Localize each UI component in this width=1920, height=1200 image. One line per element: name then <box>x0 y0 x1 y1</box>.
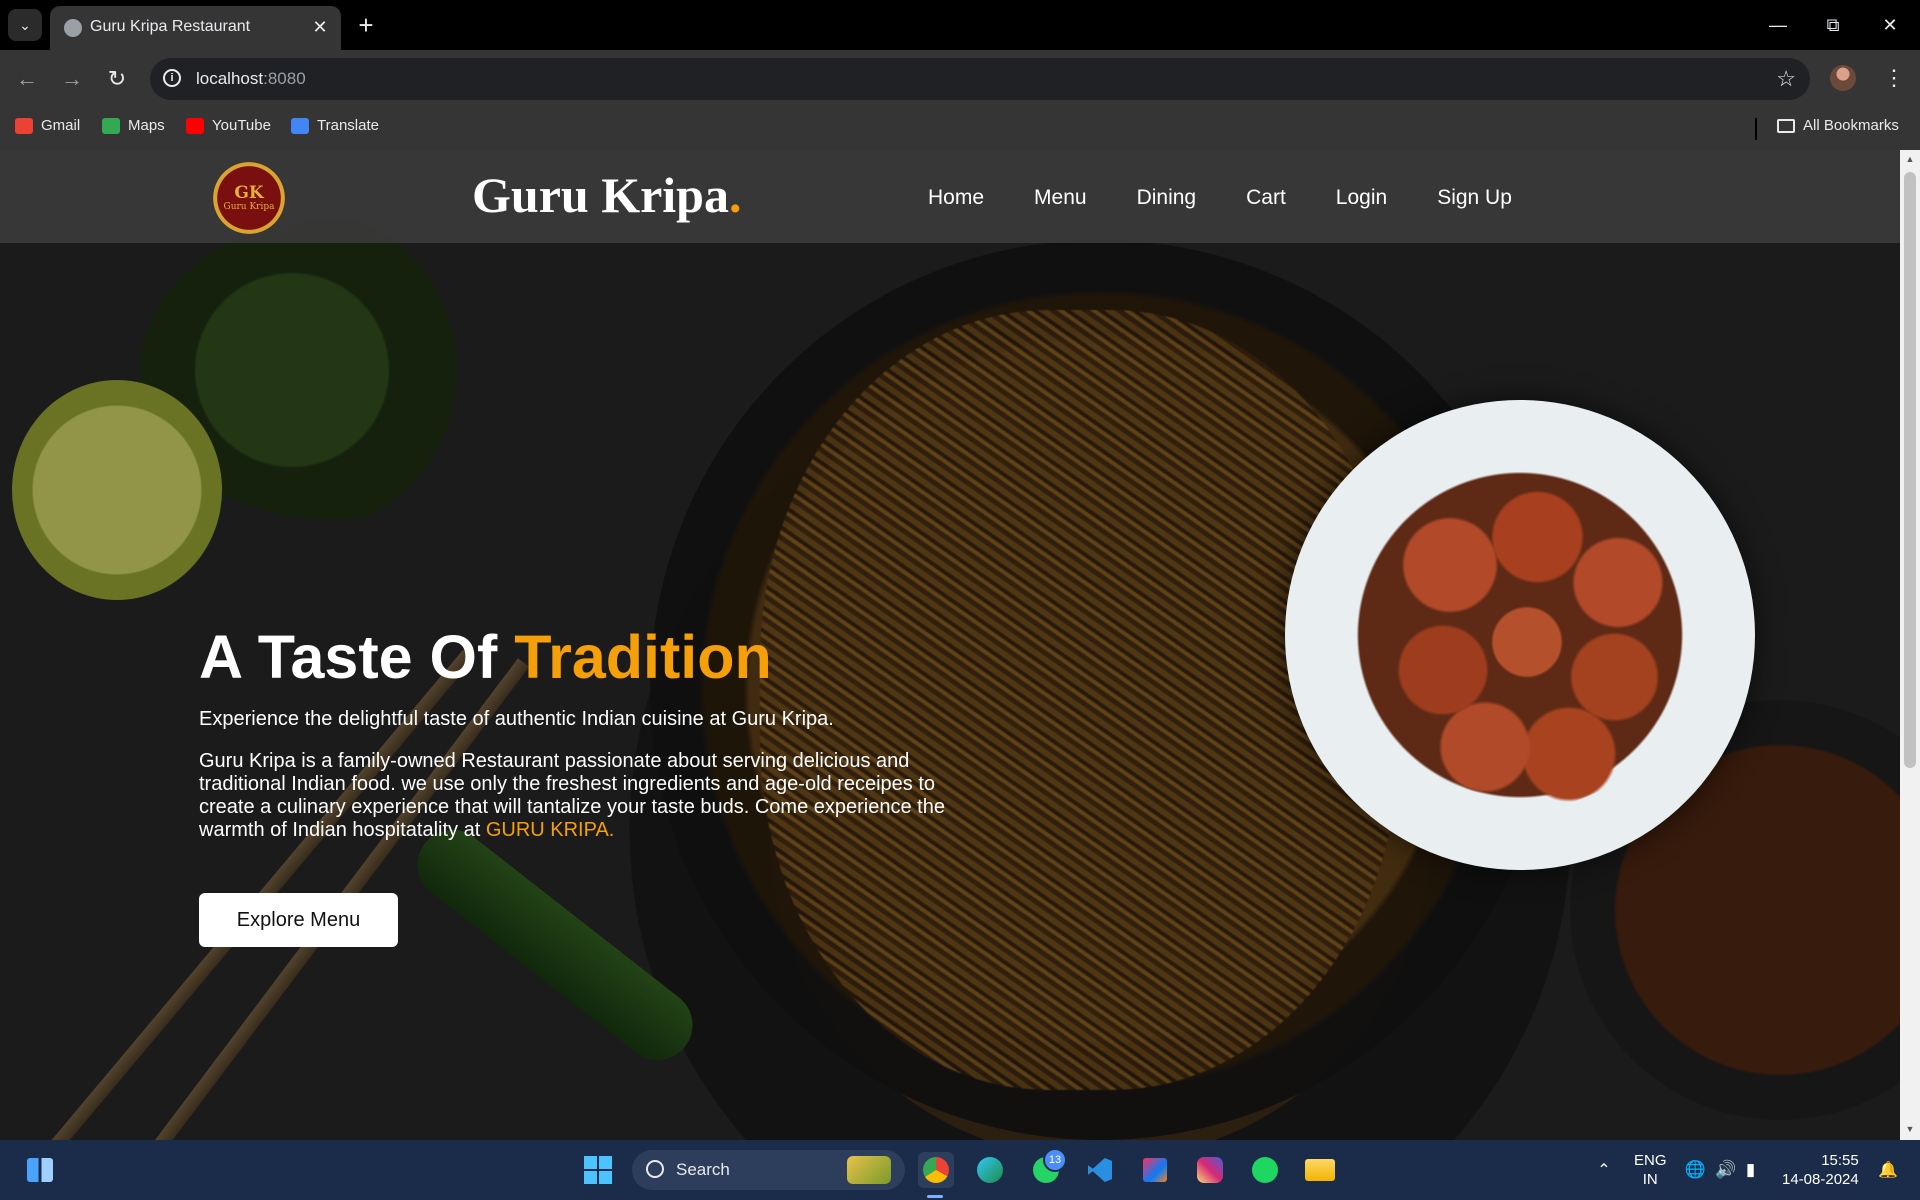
tab-search-button[interactable]: ⌄ <box>8 9 42 41</box>
file-explorer-icon[interactable] <box>1302 1152 1338 1188</box>
logo-text: Guru Kripa <box>223 202 275 212</box>
tab-title: Guru Kripa Restaurant <box>90 18 251 35</box>
hero-description: Guru Kripa is a family-owned Restaurant … <box>199 750 959 842</box>
browser-tab[interactable]: Guru Kripa Restaurant ✕ <box>50 6 341 50</box>
volume-icon: 🔊 <box>1715 1160 1737 1179</box>
logo-monogram: GK <box>234 183 264 203</box>
reload-icon[interactable]: ↻ <box>100 62 134 96</box>
bookmark-gmail[interactable]: Gmail <box>15 117 80 134</box>
network-icon: 🌐 <box>1684 1160 1706 1179</box>
all-bookmarks-button[interactable]: All Bookmarks <box>1777 117 1899 134</box>
browser-toolbar: ← → ↻ i localhost:8080 ☆ ⋮ <box>0 50 1920 108</box>
scroll-down-icon[interactable]: ▼ <box>1904 1124 1916 1136</box>
hero-description-accent: GURU KRIPA. <box>485 819 615 841</box>
site-info-icon[interactable]: i <box>163 69 181 87</box>
youtube-icon <box>186 117 204 134</box>
taskbar-search[interactable]: Search <box>632 1150 905 1190</box>
nav-dining[interactable]: Dining <box>1137 186 1197 210</box>
battery-icon: ▮ <box>1745 1160 1756 1179</box>
clock-time: 15:55 <box>1821 1152 1859 1169</box>
brand-dot: . <box>728 167 742 223</box>
more-menu-icon[interactable]: ⋮ <box>1880 64 1908 92</box>
language-indicator[interactable]: ENG IN <box>1634 1151 1667 1189</box>
start-icon[interactable] <box>580 1152 616 1188</box>
all-bookmarks-label: All Bookmarks <box>1803 117 1899 134</box>
browser-title-bar: ⌄ Guru Kripa Restaurant ✕ + — ⧉ ✕ <box>0 0 1920 50</box>
windows-taskbar: Search 13 ⌃ ENG IN 🌐 🔊 ▮ 15:55 14-08-202… <box>0 1140 1920 1200</box>
url-host: localhost <box>196 69 264 88</box>
restore-icon[interactable]: ⧉ <box>1813 10 1853 40</box>
hero-title: A Taste Of Tradition <box>199 622 772 692</box>
explore-menu-button[interactable]: Explore Menu <box>199 893 398 947</box>
new-tab-button[interactable]: + <box>352 10 380 40</box>
maps-icon <box>102 117 120 134</box>
bookmarks-divider <box>1755 118 1757 140</box>
forward-icon[interactable]: → <box>55 62 89 96</box>
clock[interactable]: 15:55 14-08-2024 <box>1782 1151 1859 1189</box>
search-icon <box>646 1160 664 1178</box>
site-header: GK Guru Kripa Guru Kripa. Home Menu Dini… <box>0 150 1900 243</box>
brand-name: Guru Kripa. <box>472 166 741 224</box>
chevron-down-icon: ⌄ <box>19 16 31 33</box>
address-bar[interactable]: i localhost:8080 ☆ <box>150 58 1810 100</box>
nav-sign-up[interactable]: Sign Up <box>1437 186 1512 210</box>
page-viewport: GK Guru Kripa Guru Kripa. Home Menu Dini… <box>0 150 1900 1140</box>
chrome-icon[interactable] <box>918 1152 954 1188</box>
active-app-indicator <box>927 1195 943 1198</box>
restaurant-logo[interactable]: GK Guru Kripa <box>213 162 285 234</box>
search-highlight-icon <box>847 1156 891 1184</box>
language-line2: IN <box>1642 1171 1658 1188</box>
language-line1: ENG <box>1634 1152 1667 1169</box>
chevron-up-icon[interactable]: ⌃ <box>1586 1152 1622 1188</box>
clock-date: 14-08-2024 <box>1782 1171 1859 1188</box>
scroll-up-icon[interactable]: ▲ <box>1904 154 1916 166</box>
bookmark-star-icon[interactable]: ☆ <box>1776 66 1796 92</box>
close-window-icon[interactable]: ✕ <box>1870 10 1910 40</box>
bookmark-maps[interactable]: Maps <box>102 117 165 134</box>
scrollbar-thumb[interactable] <box>1904 172 1916 768</box>
spotify-icon[interactable] <box>1247 1152 1283 1188</box>
system-tray-icons[interactable]: 🌐 🔊 ▮ <box>1680 1152 1760 1188</box>
hero-subtitle: Experience the delightful taste of authe… <box>199 708 834 730</box>
bookmark-label: Gmail <box>41 117 81 134</box>
profile-avatar[interactable] <box>1830 65 1856 91</box>
url-port: :8080 <box>263 69 306 88</box>
minimize-icon[interactable]: — <box>1758 10 1798 40</box>
bookmarks-bar: Gmail Maps YouTube Translate All Bookmar… <box>0 108 1920 150</box>
folder-icon <box>1777 118 1795 133</box>
translate-icon <box>291 117 309 134</box>
nav-home[interactable]: Home <box>928 186 984 210</box>
intellij-icon[interactable] <box>1137 1152 1173 1188</box>
nav-cart[interactable]: Cart <box>1246 186 1286 210</box>
globe-icon <box>64 19 82 37</box>
bookmark-label: YouTube <box>212 117 271 134</box>
bookmark-translate[interactable]: Translate <box>291 117 379 134</box>
bookmark-label: Translate <box>317 117 379 134</box>
edge-icon[interactable] <box>972 1152 1008 1188</box>
notification-bell-icon[interactable]: 🔔 <box>1870 1152 1906 1188</box>
hero-title-accent: Tradition <box>514 623 772 691</box>
instagram-icon[interactable] <box>1192 1152 1228 1188</box>
nav-login[interactable]: Login <box>1336 186 1387 210</box>
vscode-icon[interactable] <box>1082 1152 1118 1188</box>
taskbar-search-label: Search <box>676 1160 730 1179</box>
widgets-icon[interactable] <box>22 1152 58 1188</box>
bookmark-label: Maps <box>128 117 165 134</box>
bookmark-youtube[interactable]: YouTube <box>186 117 271 134</box>
hero-title-start: A Taste Of <box>199 623 515 691</box>
gmail-icon <box>15 117 33 134</box>
whatsapp-badge: 13 <box>1043 1148 1067 1172</box>
main-nav: Home Menu Dining Cart Login Sign Up <box>928 186 1562 210</box>
close-tab-icon[interactable]: ✕ <box>309 16 331 38</box>
url-text: localhost:8080 <box>196 69 306 89</box>
manchurian-dish-image <box>1345 460 1695 810</box>
back-icon[interactable]: ← <box>10 62 44 96</box>
brand-text: Guru Kripa <box>472 167 729 223</box>
nav-menu[interactable]: Menu <box>1034 186 1087 210</box>
